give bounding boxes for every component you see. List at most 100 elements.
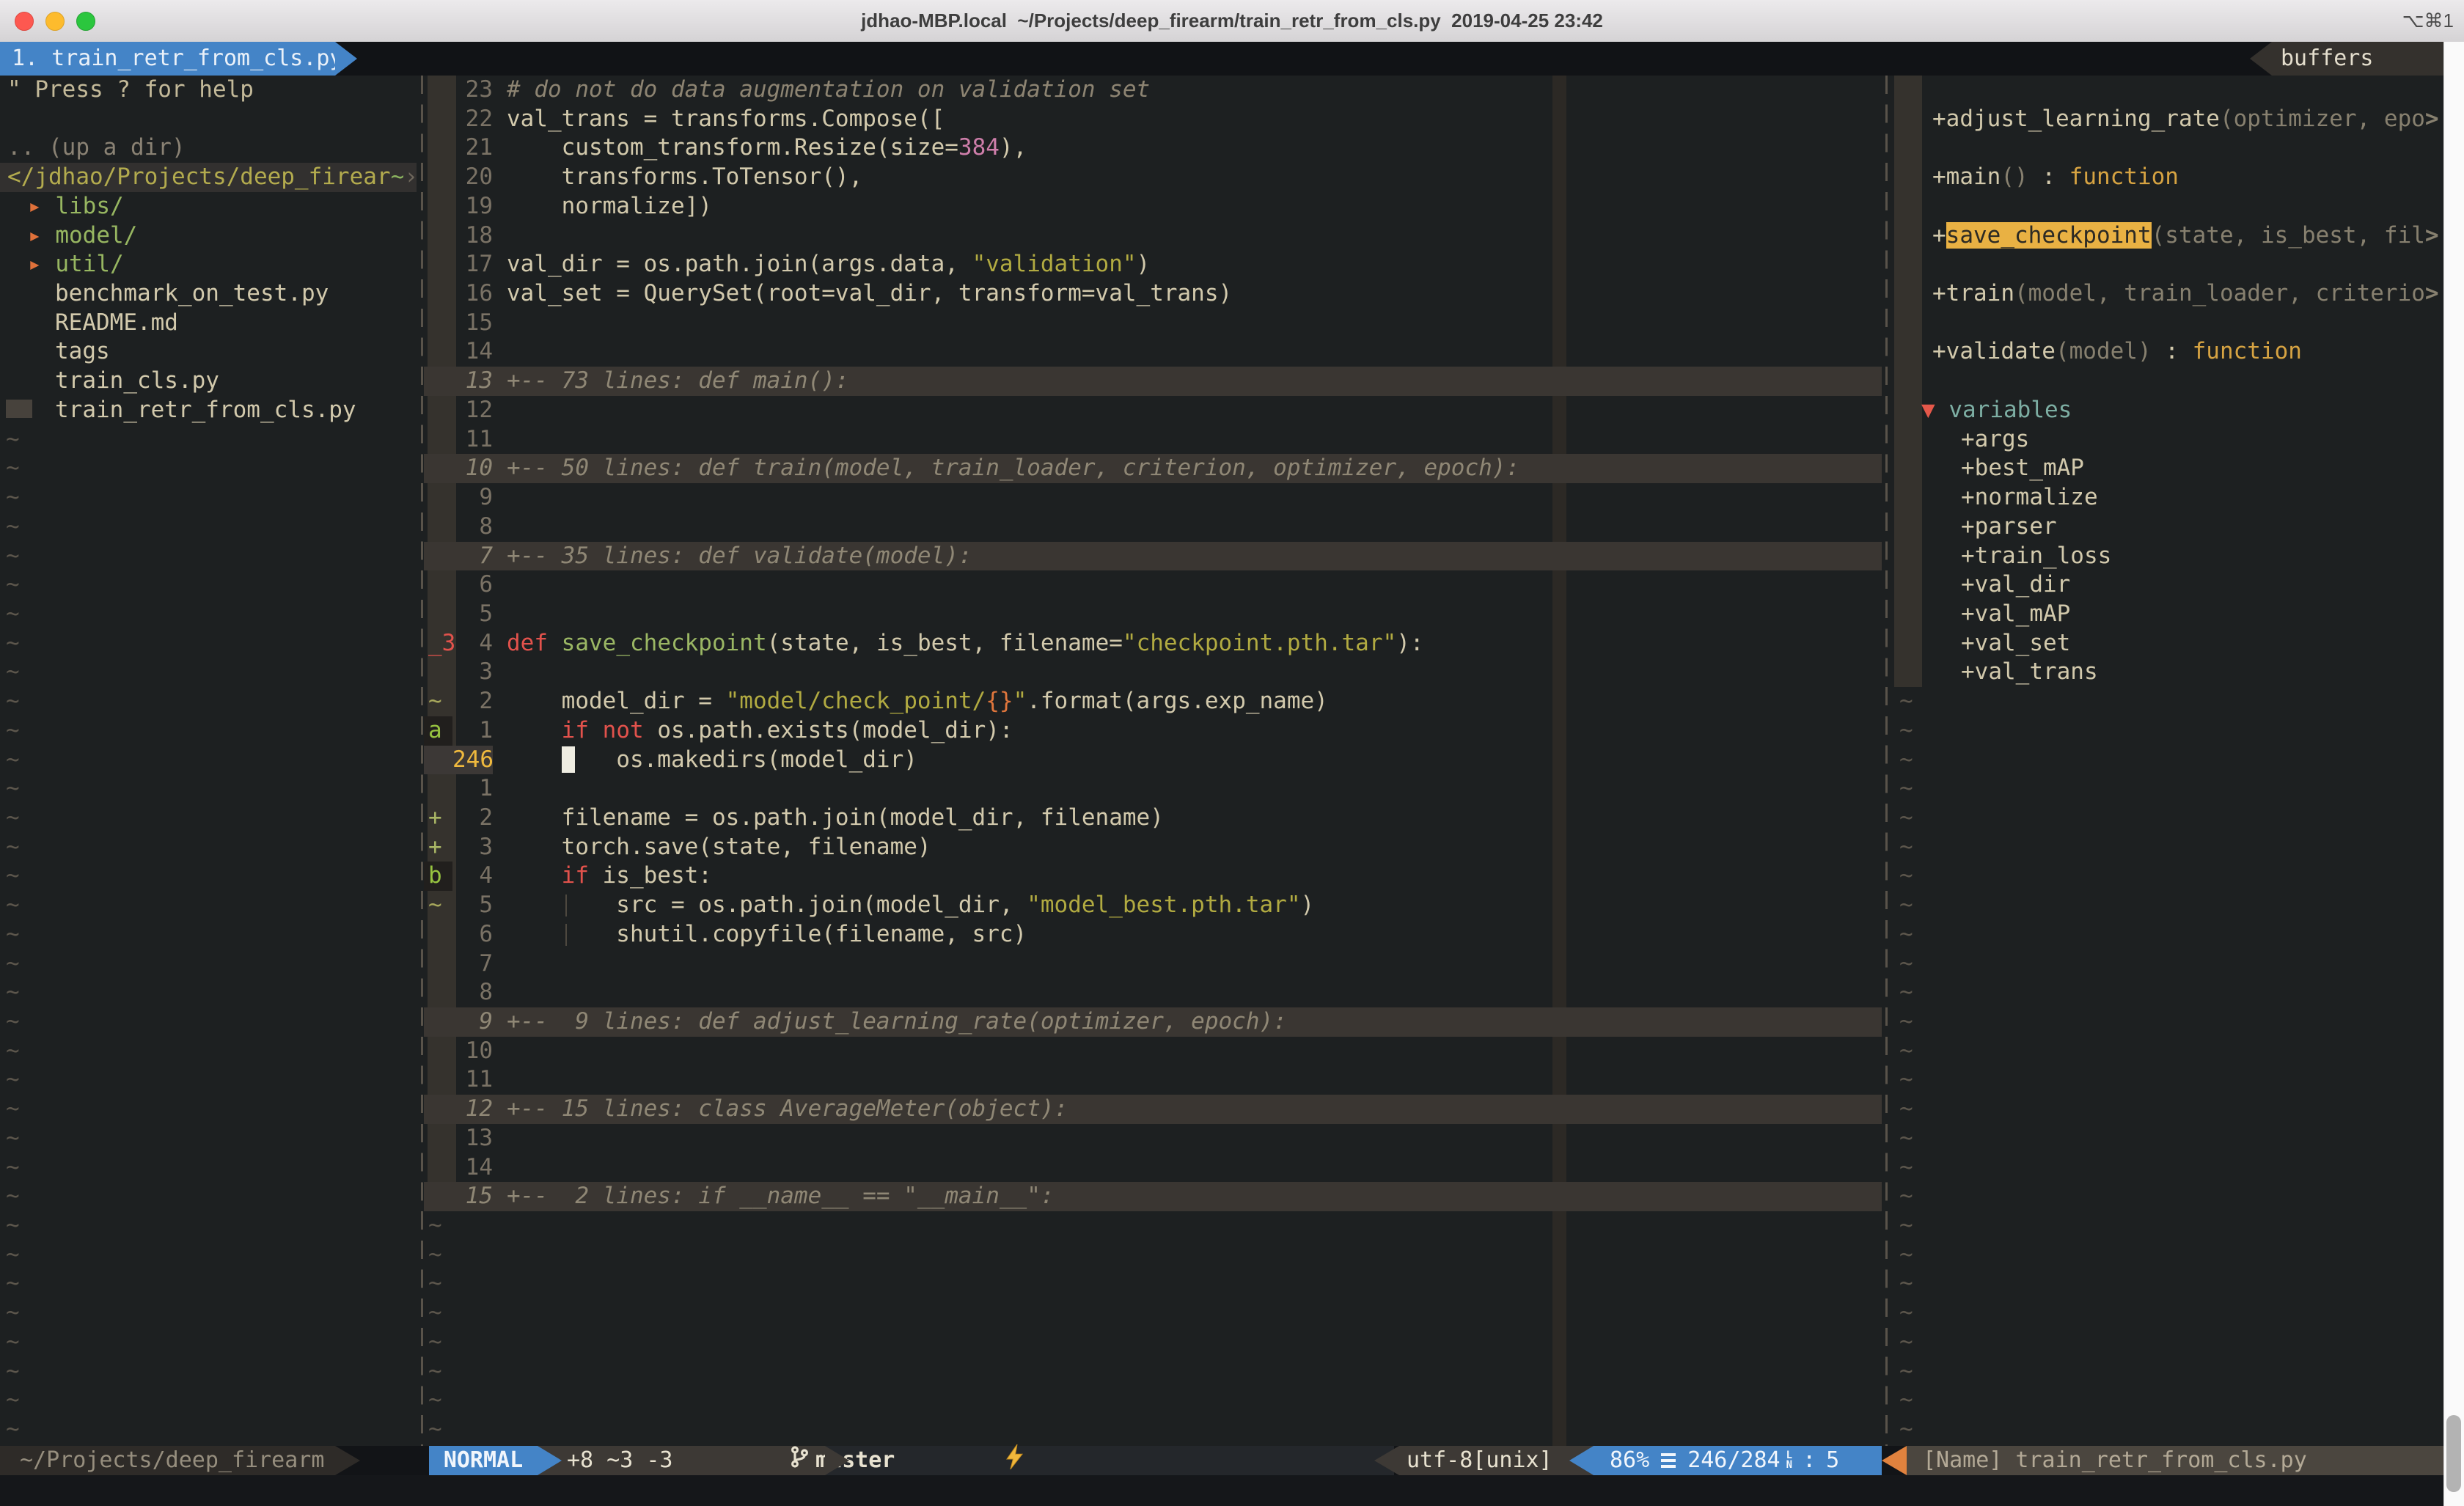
- window-separator-left[interactable]: [421, 76, 423, 1446]
- code-line[interactable]: 15: [424, 309, 1885, 338]
- tag-blank-row: [1891, 250, 2443, 279]
- code-line[interactable]: ~2 model_dir = "model/check_point/{}".fo…: [424, 687, 1885, 716]
- code-line[interactable]: 11: [424, 425, 1885, 455]
- folded-code-line[interactable]: 9+-- 9 lines: def adjust_learning_rate(o…: [424, 1007, 1882, 1037]
- empty-line-tilde: ~: [1891, 1241, 2443, 1270]
- tagbar-pane: +adjust_learning_rate(optimizer, epo> +ma…: [1891, 76, 2443, 1446]
- tag-item-function[interactable]: +adjust_learning_rate(optimizer, epo>: [1891, 105, 2443, 134]
- tree-item-dir[interactable]: ▸ util/: [0, 250, 422, 279]
- line-number: 6: [452, 920, 493, 949]
- line-number: 5: [452, 600, 493, 629]
- code-line[interactable]: 6 shutil.copyfile(filename, src): [424, 920, 1885, 949]
- scrollbar-track[interactable]: [2443, 42, 2464, 1506]
- tag-item-variable[interactable]: +args: [1891, 425, 2443, 455]
- code-line[interactable]: 21 custom_transform.Resize(size=384),: [424, 133, 1885, 163]
- code-line[interactable]: 7: [424, 949, 1885, 979]
- tag-item-function[interactable]: +validate(model) : function: [1891, 337, 2443, 367]
- folded-code-line[interactable]: 12+-- 15 lines: class AverageMeter(objec…: [424, 1095, 1882, 1124]
- code-line[interactable]: 11: [424, 1065, 1885, 1095]
- code-line[interactable]: 3: [424, 658, 1885, 687]
- tree-item-dir[interactable]: ▸ libs/: [0, 192, 422, 221]
- code-line[interactable]: 13: [424, 1124, 1885, 1153]
- code-line[interactable]: 22val_trans = transforms.Compose([: [424, 105, 1885, 134]
- tab-current[interactable]: 1. train_retr_from_cls.py: [0, 42, 335, 76]
- empty-line-tilde: ~: [0, 716, 422, 746]
- tag-item-variable[interactable]: +parser: [1891, 513, 2443, 542]
- code-line[interactable]: 8: [424, 978, 1885, 1007]
- empty-line-tilde: ~: [1891, 1386, 2443, 1415]
- gutter-sign: _3: [424, 629, 452, 658]
- tag-item-variable[interactable]: +val_mAP: [1891, 600, 2443, 629]
- code-line[interactable]: +2 filename = os.path.join(model_dir, fi…: [424, 804, 1885, 833]
- code-line[interactable]: 17val_dir = os.path.join(args.data, "val…: [424, 250, 1885, 279]
- separator-arrow: [825, 1446, 849, 1475]
- code-line[interactable]: _34def save_checkpoint(state, is_best, f…: [424, 629, 1885, 658]
- statusline-encoding: utf-8[unix]: [1399, 1446, 1594, 1475]
- tag-section-variables[interactable]: ▼ variables: [1891, 396, 2443, 425]
- empty-line-tilde: ~: [0, 1241, 422, 1270]
- empty-line-tilde: ~: [1891, 1211, 2443, 1241]
- folded-code-line[interactable]: 13+-- 73 lines: def main():: [424, 367, 1882, 396]
- empty-line-tilde: ~: [1891, 1007, 2443, 1037]
- empty-line-tilde: ~: [0, 1357, 422, 1386]
- code-line[interactable]: 18: [424, 221, 1885, 251]
- tag-item-variable[interactable]: +val_trans: [1891, 658, 2443, 687]
- empty-line-tilde: ~: [0, 425, 422, 455]
- line-number: 2: [452, 804, 493, 833]
- tree-item-file[interactable]: README.md: [0, 309, 422, 338]
- minimize-button[interactable]: [45, 12, 65, 31]
- tree-item-file[interactable]: benchmark_on_test.py: [0, 279, 422, 309]
- folded-code-line[interactable]: 7+-- 35 lines: def validate(model):: [424, 542, 1882, 571]
- separator-arrow: [335, 1446, 360, 1475]
- code-line[interactable]: a1 if not os.path.exists(model_dir):: [424, 716, 1885, 746]
- zoom-button[interactable]: [76, 12, 95, 31]
- tag-item-function[interactable]: +train(model, train_loader, criterio>: [1891, 279, 2443, 309]
- tree-item-file[interactable]: tags: [0, 337, 422, 367]
- code-line[interactable]: ~5 src = os.path.join(model_dir, "model_…: [424, 891, 1885, 920]
- code-line[interactable]: 14: [424, 1153, 1885, 1183]
- scrollbar-thumb[interactable]: [2446, 1415, 2461, 1492]
- empty-line-tilde: ~: [0, 1211, 422, 1241]
- selected-tag-highlight: save_checkpoint: [1946, 222, 2152, 249]
- folded-code-line[interactable]: 15+-- 2 lines: if __name__ == "__main__"…: [424, 1182, 1882, 1211]
- code-line[interactable]: 9: [424, 483, 1885, 513]
- statusline-position-segment: 86% 246/284 LN : 5: [1594, 1446, 1882, 1475]
- code-line[interactable]: 16val_set = QuerySet(root=val_dir, trans…: [424, 279, 1885, 309]
- tag-item-function[interactable]: +main() : function: [1891, 163, 2443, 192]
- code-line[interactable]: 12: [424, 396, 1885, 425]
- folded-code-line[interactable]: 10+-- 50 lines: def train(model, train_l…: [424, 454, 1882, 483]
- tag-item-variable[interactable]: +normalize: [1891, 483, 2443, 513]
- code-line[interactable]: b4 if is_best:: [424, 862, 1885, 891]
- code-line[interactable]: 1: [424, 774, 1885, 804]
- tag-item-variable[interactable]: +val_dir: [1891, 570, 2443, 600]
- code-line[interactable]: 5: [424, 600, 1885, 629]
- tag-item-variable[interactable]: +val_set: [1891, 629, 2443, 658]
- empty-line-tilde: ~: [0, 804, 422, 833]
- tag-item-variable[interactable]: +train_loss: [1891, 542, 2443, 571]
- code-line[interactable]: 6: [424, 570, 1885, 600]
- tree-item-dir[interactable]: ▸ model/: [0, 221, 422, 251]
- tree-item-file[interactable]: train_cls.py: [0, 367, 422, 396]
- git-hunks: +8 ~3 -3: [567, 1446, 673, 1475]
- tree-root-path[interactable]: </jdhao/Projects/deep_firear~›: [0, 163, 417, 192]
- code-line[interactable]: 10: [424, 1037, 1885, 1066]
- code-line[interactable]: +3 torch.save(state, filename): [424, 833, 1885, 862]
- code-line[interactable]: 23# do not do data augmentation on valid…: [424, 76, 1885, 105]
- indent-guide: [565, 895, 567, 917]
- empty-line-tilde: ~: [1891, 774, 2443, 804]
- tag-item-function-selected[interactable]: +save_checkpoint(state, is_best, fil>: [1891, 221, 2443, 251]
- tag-item-variable[interactable]: +best_mAP: [1891, 454, 2443, 483]
- code-line[interactable]: 14: [424, 337, 1885, 367]
- tag-blank-row: [1891, 133, 2443, 163]
- code-line[interactable]: 20 transforms.ToTensor(),: [424, 163, 1885, 192]
- window-separator-right[interactable]: [1885, 76, 1888, 1446]
- empty-line-tilde: ~: [1891, 1124, 2443, 1153]
- code-line[interactable]: 19 normalize]): [424, 192, 1885, 221]
- tree-up-dir[interactable]: .. (up a dir): [0, 133, 422, 163]
- close-button[interactable]: [15, 12, 34, 31]
- current-code-line[interactable]: 246 os.makedirs(model_dir): [424, 746, 1885, 775]
- code-line[interactable]: 8: [424, 513, 1885, 542]
- tree-item-file[interactable]: train_retr_from_cls.py: [0, 396, 422, 425]
- scroll-percent: 86%: [1610, 1446, 1649, 1475]
- separator-arrow-orange: [1882, 1446, 1907, 1475]
